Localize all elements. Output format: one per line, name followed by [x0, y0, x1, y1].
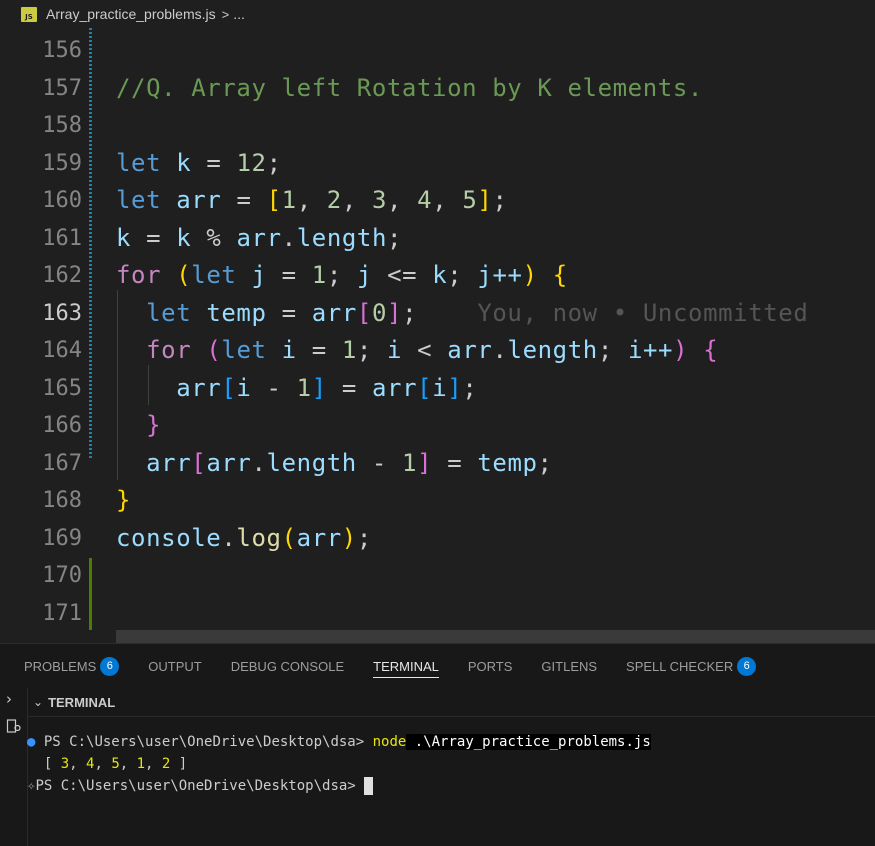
line-number: 162	[42, 263, 82, 288]
line-number: 168	[42, 488, 82, 513]
code-line: 157 //Q. Array left Rotation by K elemen…	[0, 70, 875, 108]
line-number: 167	[42, 450, 82, 476]
terminal-line: [ 3, 4, 5, 1, 2 ]	[43, 756, 188, 772]
tab-output[interactable]: OUTPUT	[148, 644, 201, 688]
panel-side-strip: ›	[0, 688, 28, 846]
line-number: 156	[42, 38, 82, 63]
code-text: let arr = [1, 2, 3, 4, 5];	[116, 186, 508, 214]
code-line: 167 arr[arr.length - 1] = temp;	[0, 445, 875, 483]
chevron-right-icon[interactable]: ›	[6, 690, 12, 708]
gitlens-blame-annotation[interactable]: You, now • Uncommitted	[477, 299, 808, 327]
tab-debug-console[interactable]: DEBUG CONSOLE	[231, 644, 344, 688]
line-number: 159	[42, 150, 82, 176]
code-text: let k = 12;	[116, 148, 282, 177]
circle-dot-icon: ●	[27, 734, 36, 750]
code-editor[interactable]: 156 157 //Q. Array left Rotation by K el…	[0, 28, 875, 643]
ports-icon[interactable]	[6, 718, 22, 738]
code-text: }	[116, 486, 132, 514]
terminal-cursor	[364, 777, 374, 795]
code-line: 159 let k = 12;	[0, 145, 875, 183]
chevron-down-icon: ⌄	[33, 695, 44, 709]
terminal-line: ✧PS C:\Users\user\OneDrive\Desktop\dsa>	[27, 775, 374, 797]
code-line: 168 }	[0, 482, 875, 520]
line-number: 161	[42, 225, 82, 251]
tab-spell-checker[interactable]: SPELL CHECKER 6	[626, 644, 757, 688]
line-number-active: 163	[42, 300, 82, 326]
code-text: arr[i - 1] = arr[i];	[176, 373, 478, 402]
line-number: 170	[42, 563, 82, 588]
comment-text: //Q. Array left Rotation by K elements.	[116, 73, 703, 102]
code-line: 162 for (let j = 1; j <= k; j++) {	[0, 257, 875, 295]
line-number: 158	[42, 113, 82, 138]
line-number: 166	[42, 413, 82, 438]
tab-terminal[interactable]: TERMINAL	[373, 644, 439, 688]
code-line: 169 console.log(arr);	[0, 520, 875, 558]
chevron-right-icon: >	[221, 6, 230, 22]
spell-checker-count-badge: 6	[737, 656, 757, 676]
code-line: 156	[0, 32, 875, 70]
line-number: 160	[42, 188, 82, 213]
tab-gitlens[interactable]: GITLENS	[541, 644, 597, 688]
breadcrumb-more[interactable]: ...	[233, 6, 245, 22]
line-number: 165	[42, 375, 82, 401]
line-number: 157	[42, 75, 82, 101]
code-text: }	[146, 411, 162, 439]
tab-ports[interactable]: PORTS	[468, 644, 513, 688]
terminal-line: ● PS C:\Users\user\OneDrive\Desktop\dsa>…	[27, 734, 651, 750]
horizontal-scrollbar[interactable]	[116, 630, 875, 643]
line-number: 171	[42, 600, 82, 626]
line-number: 169	[42, 525, 82, 551]
panel-tabs: PROBLEMS 6 OUTPUT DEBUG CONSOLE TERMINAL …	[0, 644, 875, 688]
code-line: 163 let temp = arr[0]; You, now • Uncomm…	[0, 295, 875, 333]
terminal-section-header[interactable]: ⌄ TERMINAL	[27, 688, 875, 717]
code-line: 158	[0, 107, 875, 145]
code-line: 170	[0, 557, 875, 595]
line-number: 164	[42, 338, 82, 363]
code-line: 161 k = k % arr.length;	[0, 220, 875, 258]
code-text: k = k % arr.length;	[116, 223, 403, 252]
code-text: console.log(arr);	[116, 523, 372, 552]
problems-count-badge: 6	[100, 656, 120, 676]
code-line: 171	[0, 595, 875, 633]
breadcrumb: JS Array_practice_problems.js > ...	[0, 0, 875, 28]
code-line: 165 arr[i - 1] = arr[i];	[0, 370, 875, 408]
code-line: 164 for (let i = 1; i < arr.length; i++)…	[0, 332, 875, 370]
code-text: for (let j = 1; j <= k; j++) {	[116, 261, 568, 289]
terminal-header-label: TERMINAL	[48, 694, 116, 710]
code-text: for (let i = 1; i < arr.length; i++) {	[146, 336, 719, 364]
code-line: 166 }	[0, 407, 875, 445]
js-file-icon: JS	[21, 6, 37, 22]
bottom-panel: PROBLEMS 6 OUTPUT DEBUG CONSOLE TERMINAL …	[0, 643, 875, 846]
breadcrumb-file[interactable]: Array_practice_problems.js	[46, 6, 216, 22]
code-text: let temp = arr[0]; You, now • Uncommitte…	[146, 298, 809, 327]
tab-problems[interactable]: PROBLEMS 6	[24, 644, 120, 688]
code-line: 160 let arr = [1, 2, 3, 4, 5];	[0, 182, 875, 220]
code-text: arr[arr.length - 1] = temp;	[146, 448, 553, 477]
